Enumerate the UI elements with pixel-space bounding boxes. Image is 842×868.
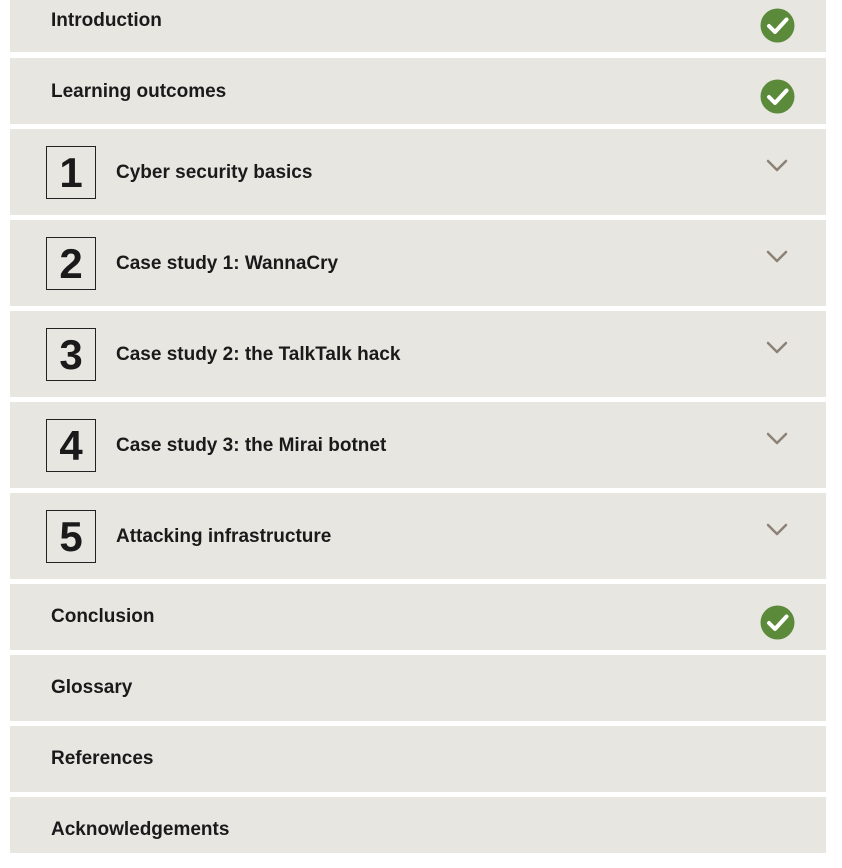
section-title: Case study 1: WannaCry	[116, 253, 339, 274]
chevron-down-icon[interactable]	[766, 250, 788, 264]
check-circle-icon	[760, 8, 795, 43]
section-title: Attacking infrastructure	[116, 526, 332, 547]
toc-item-label: Glossary	[51, 677, 133, 698]
section-number-box: 4	[46, 419, 96, 472]
toc-item-glossary[interactable]: Glossary	[10, 655, 826, 721]
section-number-box: 3	[46, 328, 96, 381]
section-number-box: 5	[46, 510, 96, 563]
section-number-box: 2	[46, 237, 96, 290]
check-circle-icon	[760, 79, 795, 114]
toc-section-2[interactable]: 2 Case study 1: WannaCry	[10, 220, 826, 306]
toc-item-label: Conclusion	[51, 606, 155, 627]
toc-section-3[interactable]: 3 Case study 2: the TalkTalk hack	[10, 311, 826, 397]
toc-item-learning-outcomes[interactable]: Learning outcomes	[10, 58, 826, 124]
chevron-down-icon[interactable]	[766, 159, 788, 173]
section-title: Case study 2: the TalkTalk hack	[116, 344, 401, 365]
check-circle-icon	[760, 605, 795, 640]
toc-section-5[interactable]: 5 Attacking infrastructure	[10, 493, 826, 579]
toc-section-1[interactable]: 1 Cyber security basics	[10, 129, 826, 215]
toc-section-4[interactable]: 4 Case study 3: the Mirai botnet	[10, 402, 826, 488]
section-number-box: 1	[46, 146, 96, 199]
toc-item-label: References	[51, 748, 154, 769]
toc-item-label: Learning outcomes	[51, 81, 227, 102]
toc-item-introduction[interactable]: Introduction	[10, 0, 826, 52]
toc-item-acknowledgements[interactable]: Acknowledgements	[10, 797, 826, 853]
chevron-down-icon[interactable]	[766, 523, 788, 537]
toc-item-label: Introduction	[51, 10, 162, 31]
section-title: Cyber security basics	[116, 162, 313, 183]
toc-item-references[interactable]: References	[10, 726, 826, 792]
section-title: Case study 3: the Mirai botnet	[116, 435, 387, 456]
chevron-down-icon[interactable]	[766, 432, 788, 446]
chevron-down-icon[interactable]	[766, 341, 788, 355]
toc-item-label: Acknowledgements	[51, 819, 230, 840]
toc-item-conclusion[interactable]: Conclusion	[10, 584, 826, 650]
